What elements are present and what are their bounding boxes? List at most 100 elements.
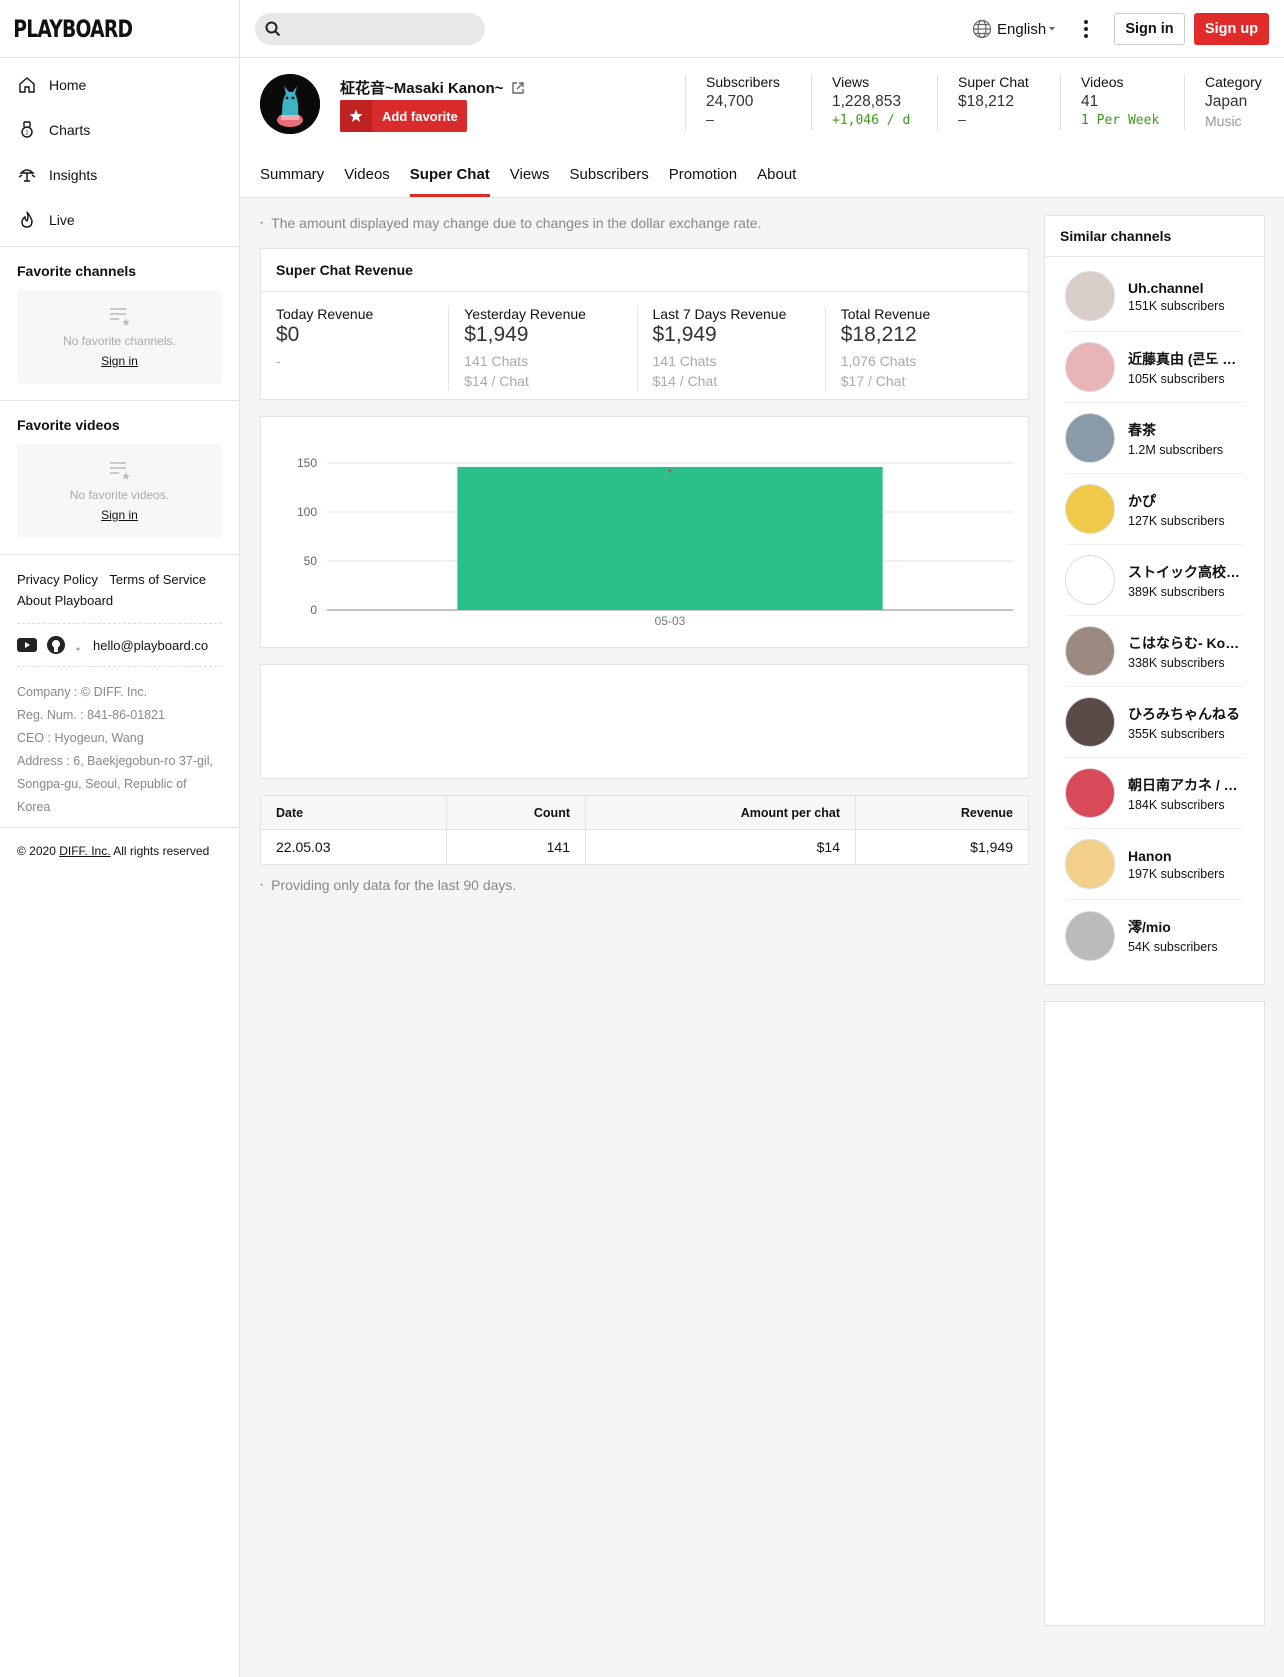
chart-point (668, 469, 672, 473)
similar-channel-subscribers: 184K subscribers (1128, 797, 1225, 812)
about-link[interactable]: About Playboard (17, 593, 113, 608)
last7-revenue-chats: 141 Chats (652, 353, 717, 369)
bulb-icon (18, 168, 36, 182)
stat-category[interactable]: Category Japan Music (1184, 74, 1284, 130)
stat-subscribers-sub: – (706, 113, 714, 128)
similar-channel-avatar[interactable] (1065, 271, 1115, 321)
cell-amount-per-chat: $14 (585, 829, 856, 865)
channel-name-text: 柾花音~Masaki Kanon~ (340, 80, 504, 97)
nav-charts[interactable]: 1 Charts (0, 107, 239, 152)
terms-link[interactable]: Terms of Service (109, 572, 206, 587)
stat-views-sub: +1,046 / d (832, 113, 911, 128)
similar-channel-item[interactable]: ひろみちゃんねる 355K subscribers (1065, 687, 1244, 758)
channel-name[interactable]: 柾花音~Masaki Kanon~ (340, 77, 525, 98)
similar-channel-item[interactable]: 春茶 1.2M subscribers (1065, 403, 1244, 474)
similar-channel-avatar[interactable] (1065, 484, 1115, 534)
diff-inc-link[interactable]: DIFF. Inc. (59, 844, 110, 858)
similar-channel-item[interactable]: こはならむ- Kohanaramu 338K subscribers (1065, 616, 1244, 687)
stat-views-label: Views (832, 74, 870, 90)
similar-channel-name[interactable]: 澪/mio (1128, 917, 1243, 937)
similar-channel-name[interactable]: Uh.channel (1128, 280, 1243, 296)
tab-summary[interactable]: Summary (260, 166, 324, 197)
chart-bar[interactable] (457, 466, 883, 610)
tab-subscribers[interactable]: Subscribers (570, 166, 649, 197)
y-tick-label: 150 (297, 456, 317, 470)
company-ceo: CEO : Hyogeun, Wang (17, 731, 144, 745)
super-chat-revenue-card: Super Chat Revenue Today Revenue $0 - Ye… (260, 248, 1029, 400)
total-revenue-per-chat: $17 / Chat (840, 373, 906, 389)
similar-channel-avatar[interactable] (1065, 413, 1115, 463)
language-selector[interactable]: English (972, 19, 1063, 39)
nav-live[interactable]: Live (0, 197, 239, 242)
similar-channel-avatar[interactable] (1065, 768, 1115, 818)
total-revenue: Total Revenue $18,212 1,076 Chats $17 / … (824, 306, 1013, 391)
list-star-icon (109, 308, 130, 326)
stat-category-value: Japan (1205, 93, 1248, 110)
tab-super-chat[interactable]: Super Chat (409, 166, 490, 197)
copyright-prefix: © 2020 (17, 844, 56, 858)
add-favorite-button[interactable]: Add favorite (340, 100, 467, 132)
nav-home[interactable]: Home (0, 62, 239, 107)
similar-channel-name[interactable]: こはならむ- Kohanaramu (1128, 633, 1243, 653)
tab-videos[interactable]: Videos (344, 166, 390, 197)
playboard-logo[interactable]: PLAYBOARD (0, 0, 234, 57)
similar-channel-avatar[interactable] (1065, 839, 1115, 889)
yesterday-revenue-chats: 141 Chats (464, 353, 529, 369)
similar-channel-avatar[interactable] (1065, 910, 1115, 961)
nav-insights[interactable]: Insights (0, 152, 239, 197)
signup-button[interactable]: Sign up (1194, 13, 1269, 45)
copyright: © 2020 DIFF. Inc. All rights reserved (17, 828, 222, 874)
youtube-icon[interactable] (17, 638, 37, 652)
similar-channel-name[interactable]: ひろみちゃんねる (1128, 704, 1243, 724)
similar-channel-item[interactable]: 朝日南アカネ / Akane 184K subscribers (1065, 758, 1244, 829)
similar-channel-item[interactable]: Uh.channel 151K subscribers (1065, 261, 1244, 332)
tab-about[interactable]: About (757, 166, 796, 197)
stat-subscribers[interactable]: Subscribers 24,700 – (685, 74, 811, 130)
company-reg: Reg. Num. : 841-86-01821 (17, 708, 166, 722)
revenue-bar-chart[interactable]: 0 50 100 150 05-03 (261, 417, 1028, 647)
similar-channel-avatar[interactable] (1065, 697, 1115, 747)
favorite-videos-signin-link[interactable]: Sign in (101, 508, 138, 522)
similar-channel-name[interactable]: 春茶 (1128, 420, 1243, 440)
similar-channel-item[interactable]: かぴ 127K subscribers (1065, 474, 1244, 545)
similar-channel-name[interactable]: ストイック高校チャンネル (1128, 562, 1243, 582)
last7-revenue-per-chat: $14 / Chat (652, 373, 718, 389)
external-link-icon[interactable] (511, 81, 525, 95)
similar-channel-subscribers: 1.2M subscribers (1128, 442, 1224, 457)
col-count[interactable]: Count (446, 795, 586, 830)
ad-placeholder (260, 664, 1029, 779)
nav-insights-label: Insights (49, 166, 98, 183)
channel-avatar[interactable] (260, 74, 320, 134)
col-revenue[interactable]: Revenue (855, 795, 1029, 830)
similar-channel-avatar[interactable] (1065, 555, 1115, 605)
stat-views[interactable]: Views 1,228,853 +1,046 / d (811, 74, 937, 130)
similar-channel-name[interactable]: 近藤真由 (콘도 마유) (1128, 349, 1243, 369)
more-vertical-icon[interactable] (1083, 18, 1089, 40)
favorite-channels-signin-link[interactable]: Sign in (101, 354, 138, 368)
col-amount-per-chat[interactable]: Amount per chat (585, 795, 856, 830)
similar-channel-item[interactable]: ストイック高校チャンネル 389K subscribers (1065, 545, 1244, 616)
stat-superchat-label: Super Chat (958, 74, 1029, 90)
github-icon[interactable] (47, 636, 65, 654)
stat-videos[interactable]: Videos 41 1 Per Week (1060, 74, 1184, 130)
privacy-policy-link[interactable]: Privacy Policy (17, 572, 98, 587)
similar-channel-item[interactable]: 近藤真由 (콘도 마유) 105K subscribers (1065, 332, 1244, 403)
stat-superchat[interactable]: Super Chat $18,212 – (937, 74, 1060, 130)
contact-email[interactable]: hello@playboard.co (93, 638, 208, 653)
tab-promotion[interactable]: Promotion (669, 166, 737, 197)
y-tick-label: 100 (297, 505, 317, 519)
similar-channel-name[interactable]: かぴ (1128, 491, 1243, 511)
similar-channel-avatar[interactable] (1065, 626, 1115, 676)
similar-channel-name[interactable]: 朝日南アカネ / Akane (1128, 775, 1243, 795)
mail-icon[interactable] (75, 638, 83, 652)
col-date[interactable]: Date (260, 795, 447, 830)
tab-views[interactable]: Views (510, 166, 550, 197)
similar-channel-item[interactable]: 澪/mio 54K subscribers (1065, 900, 1244, 971)
similar-channel-item[interactable]: Hanon 197K subscribers (1065, 829, 1244, 900)
cell-count: 141 (446, 829, 586, 865)
company-address: Address : 6, Baekjegobun-ro 37-gil, Song… (17, 754, 213, 814)
search-input[interactable] (255, 13, 485, 45)
similar-channel-name[interactable]: Hanon (1128, 848, 1243, 864)
similar-channel-avatar[interactable] (1065, 342, 1115, 392)
signin-button[interactable]: Sign in (1114, 13, 1185, 45)
